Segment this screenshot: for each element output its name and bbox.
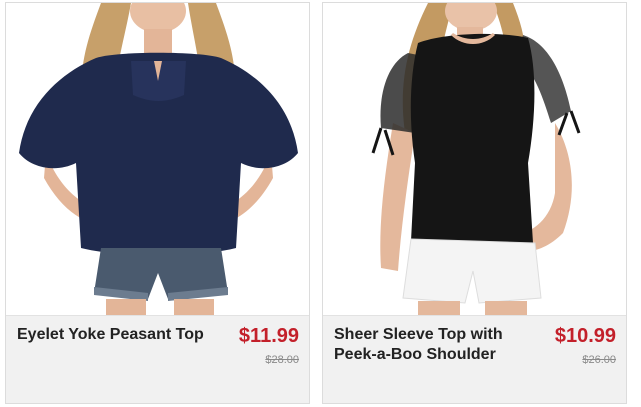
product-grid: Eyelet Yoke Peasant Top $11.99 $28.00 Sh… [0,0,641,407]
product-image[interactable] [323,3,626,315]
sale-price: $11.99 [238,325,299,347]
original-price: $28.00 [265,354,299,366]
product-image[interactable] [6,3,309,315]
product-info: Eyelet Yoke Peasant Top $11.99 $28.00 [6,315,309,403]
product-card[interactable]: Sheer Sleeve Top with Peek-a-Boo Shoulde… [322,2,627,404]
original-price: $26.00 [582,354,616,366]
product-name[interactable]: Sheer Sleeve Top with Peek-a-Boo Shoulde… [334,325,534,365]
product-name[interactable]: Eyelet Yoke Peasant Top [17,325,217,345]
product-info: Sheer Sleeve Top with Peek-a-Boo Shoulde… [323,315,626,403]
product-card[interactable]: Eyelet Yoke Peasant Top $11.99 $28.00 [5,2,310,404]
sale-price: $10.99 [554,325,616,347]
model-photo [371,3,581,315]
model-photo [19,3,298,315]
